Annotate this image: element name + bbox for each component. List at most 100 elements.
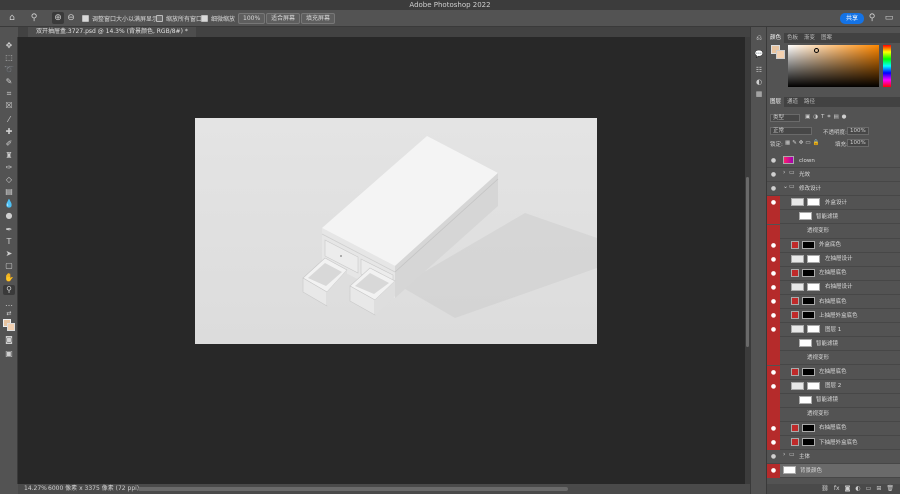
eraser-tool-icon[interactable]: ◇ xyxy=(3,175,15,185)
brush-tool-icon[interactable]: ✐ xyxy=(3,139,15,149)
document-canvas[interactable] xyxy=(195,118,597,344)
quick-select-tool-icon[interactable]: ✎ xyxy=(3,77,15,87)
opacity-input[interactable]: 100% xyxy=(847,127,869,135)
layer-row[interactable]: ● 下抽屉外盒底色 xyxy=(767,436,900,451)
visibility-eye-icon[interactable] xyxy=(767,210,780,225)
layer-name[interactable]: 智能滤镜 xyxy=(816,341,838,348)
layer-row[interactable]: ● 图层 2 xyxy=(767,379,900,394)
layer-name[interactable]: 下抽屉外盒底色 xyxy=(819,440,858,447)
visibility-eye-icon[interactable]: ● xyxy=(767,436,780,451)
layer-row[interactable]: ● 左抽屉底色 xyxy=(767,266,900,281)
layer-row[interactable]: 透视变形 xyxy=(767,224,900,239)
visibility-eye-icon[interactable] xyxy=(767,351,780,366)
search-icon[interactable]: ⚲ xyxy=(866,12,878,24)
layer-name[interactable]: 外盒底色 xyxy=(819,242,841,249)
move-tool-icon[interactable]: ✥ xyxy=(3,41,15,51)
zoom-out-icon[interactable]: ⊖ xyxy=(65,12,77,24)
filter-icons[interactable]: ▣◑T⌗▤● xyxy=(805,114,849,121)
layer-name[interactable]: 透视变形 xyxy=(807,355,829,362)
layer-name[interactable]: 图层 1 xyxy=(825,327,841,334)
layer-row[interactable]: 智能滤镜 xyxy=(767,210,900,225)
type-tool-icon[interactable]: T xyxy=(3,237,15,247)
share-button[interactable]: 共享 xyxy=(840,13,864,24)
layer-name[interactable]: 图层 2 xyxy=(825,383,841,390)
layer-row[interactable]: ● 背景颜色 xyxy=(767,464,900,479)
history-brush-tool-icon[interactable]: ✑ xyxy=(3,163,15,173)
adjustments-panel-icon[interactable]: ◐ xyxy=(754,77,764,87)
frame-tool-icon[interactable]: ☒ xyxy=(3,101,15,111)
layer-row[interactable]: ● 外盒设计 xyxy=(767,196,900,211)
visibility-eye-icon[interactable]: ● xyxy=(767,323,780,338)
comments-panel-icon[interactable]: 💬 xyxy=(754,49,764,59)
zoom-all-windows-option[interactable]: 缩放所有窗口 xyxy=(156,13,202,24)
group-expand-chevron-icon[interactable]: ⌄ xyxy=(783,183,788,190)
tab-gradients[interactable]: 渐变 xyxy=(801,33,818,43)
layer-name[interactable]: clown xyxy=(799,158,815,165)
healing-brush-tool-icon[interactable]: ✚ xyxy=(3,127,15,137)
layer-row[interactable]: ● 上抽屉外盒底色 xyxy=(767,309,900,324)
zoom-level[interactable]: 14.27% xyxy=(24,484,47,494)
link-layers-icon[interactable]: ⛓ xyxy=(821,484,829,494)
visibility-eye-icon[interactable]: ● xyxy=(767,365,780,380)
layer-row[interactable]: ● › ▭ 光效 xyxy=(767,168,900,183)
history-panel-icon[interactable]: ⎌ xyxy=(754,33,764,43)
fill-screen-button[interactable]: 填充屏幕 xyxy=(301,13,336,24)
layer-name[interactable]: 右抽屉底色 xyxy=(819,425,847,432)
document-tab[interactable]: 双开抽屉盒.3727.psd @ 14.3% (背景颜色, RGB/8#) * xyxy=(28,27,196,37)
layer-style-icon[interactable]: fx xyxy=(834,484,840,494)
layer-name[interactable]: 修改设计 xyxy=(799,186,821,193)
visibility-eye-icon[interactable]: ● xyxy=(767,280,780,295)
layer-name[interactable]: 背景颜色 xyxy=(800,468,822,475)
adjustment-layer-icon[interactable]: ◐ xyxy=(855,484,860,494)
horizontal-scrollbar[interactable] xyxy=(138,487,568,491)
visibility-eye-icon[interactable]: ● xyxy=(767,266,780,281)
eyedropper-tool-icon[interactable]: ⁄ xyxy=(3,115,15,125)
layer-name[interactable]: 左抽屉底色 xyxy=(819,369,847,376)
lock-icons[interactable]: ▦✎✥▭🔒 xyxy=(785,140,821,146)
libraries-panel-icon[interactable]: ▦ xyxy=(754,89,764,99)
layer-name[interactable]: 上抽屉外盒底色 xyxy=(819,313,858,320)
zoom-in-icon[interactable]: ⊕ xyxy=(52,12,64,24)
more-tools-icon[interactable]: … xyxy=(3,299,15,309)
new-group-icon[interactable]: ▭ xyxy=(866,484,872,494)
resize-windows-checkbox[interactable] xyxy=(82,15,89,22)
tab-channels[interactable]: 通道 xyxy=(784,97,801,107)
scrubby-zoom-checkbox[interactable] xyxy=(201,15,208,22)
visibility-eye-icon[interactable]: ● xyxy=(767,450,780,464)
visibility-eye-icon[interactable]: ● xyxy=(767,252,780,267)
color-picker-cursor[interactable] xyxy=(814,48,819,53)
layer-name[interactable]: 透视变形 xyxy=(807,411,829,418)
layer-name[interactable]: 右抽屉设计 xyxy=(825,284,853,291)
color-picker-field[interactable] xyxy=(788,45,879,87)
visibility-eye-icon[interactable]: ● xyxy=(767,196,780,211)
blur-tool-icon[interactable]: 💧 xyxy=(3,199,15,209)
layer-name[interactable]: 透视变形 xyxy=(807,228,829,235)
dodge-tool-icon[interactable]: ● xyxy=(3,211,15,221)
layer-row[interactable]: ● › ▭ 主体 xyxy=(767,450,900,465)
layer-row[interactable]: ● 图层 1 xyxy=(767,323,900,338)
visibility-eye-icon[interactable] xyxy=(767,407,780,422)
visibility-eye-icon[interactable]: ● xyxy=(767,379,780,394)
layer-row[interactable]: ● 右抽屉底色 xyxy=(767,421,900,436)
layer-name[interactable]: 左抽屉底色 xyxy=(819,270,847,277)
workspace-icon[interactable]: ▭ xyxy=(883,12,895,24)
fit-screen-button[interactable]: 适合屏幕 xyxy=(266,13,301,24)
tab-color[interactable]: 颜色 xyxy=(767,33,785,43)
zoom-tool-icon[interactable]: ⚲ xyxy=(3,285,15,295)
zoom-100-button[interactable]: 100% xyxy=(238,13,266,24)
crop-tool-icon[interactable]: ⌗ xyxy=(3,89,15,99)
zoom-all-checkbox[interactable] xyxy=(156,15,163,22)
layer-row[interactable]: ● 外盒底色 xyxy=(767,238,900,253)
layer-row[interactable]: ● 右抽屉底色 xyxy=(767,295,900,310)
layer-row[interactable]: 透视变形 xyxy=(767,407,900,422)
layer-name[interactable]: 光效 xyxy=(799,172,810,179)
visibility-eye-icon[interactable]: ● xyxy=(767,168,780,182)
visibility-eye-icon[interactable]: ● xyxy=(767,295,780,310)
new-layer-icon[interactable]: ⊞ xyxy=(876,484,881,494)
properties-panel-icon[interactable]: ☷ xyxy=(754,65,764,75)
zoom-tool-icon[interactable]: ⚲ xyxy=(28,12,40,24)
layer-row[interactable]: ● 右抽屉设计 xyxy=(767,280,900,295)
pen-tool-icon[interactable]: ✒ xyxy=(3,225,15,235)
layer-row[interactable]: ● ⌄ ▭ 修改设计 xyxy=(767,182,900,197)
layer-row[interactable]: ● 左抽屉设计 xyxy=(767,252,900,267)
